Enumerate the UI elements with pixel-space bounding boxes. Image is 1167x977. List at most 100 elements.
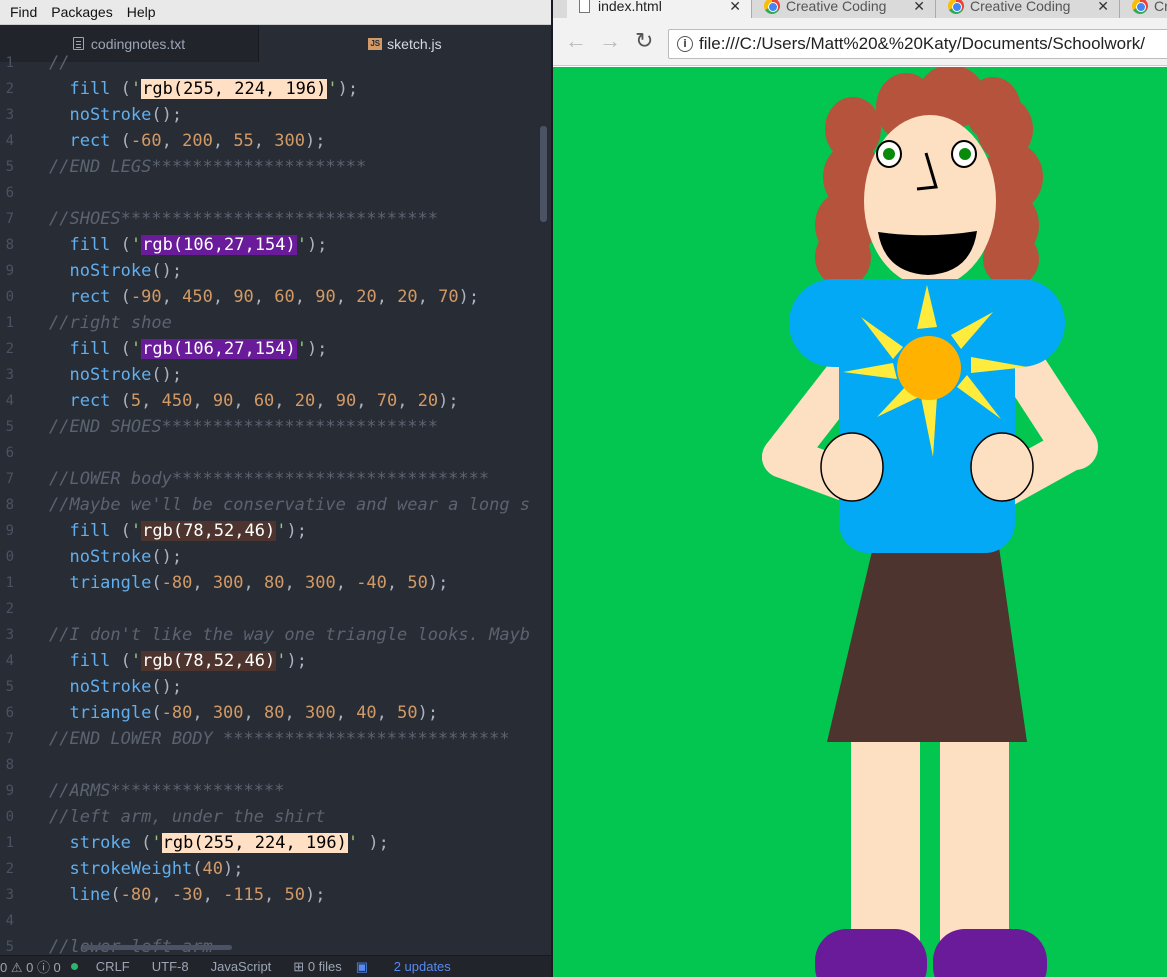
code-line[interactable]: 8	[0, 752, 540, 778]
updates-button[interactable]: ▣ 2 updates	[356, 959, 473, 975]
line-number: 3	[5, 627, 14, 643]
tab-title: index.html	[598, 0, 662, 14]
code-line[interactable]: 4 rect (5, 450, 90, 60, 20, 90, 70, 20);	[0, 388, 540, 414]
close-tab-icon[interactable]: ✕	[729, 0, 741, 15]
reload-icon[interactable]: ↻	[635, 28, 653, 54]
code-line[interactable]: 7 //END LOWER BODY **********************…	[0, 726, 540, 752]
code-line[interactable]: 2	[0, 596, 540, 622]
close-tab-icon[interactable]: ✕	[913, 0, 925, 15]
line-number: 1	[5, 55, 14, 71]
code-token: (	[120, 131, 131, 151]
menu-packages[interactable]: Packages	[51, 4, 112, 20]
forward-arrow-icon[interactable]: →	[599, 28, 621, 54]
code-line[interactable]: 4	[0, 908, 540, 934]
left-shoe	[815, 929, 927, 977]
code-line[interactable]: 4 rect (-60, 200, 55, 300);	[0, 128, 540, 154]
problems-count[interactable]: 0 ⚠ 0 ⓘ 0	[0, 957, 61, 976]
code-token: ,	[376, 287, 398, 307]
code-token: '	[327, 79, 338, 99]
code-line[interactable]: 2 fill ('rgb(106,27,154)');	[0, 336, 540, 362]
code-line[interactable]: 3 noStroke();	[0, 362, 540, 388]
code-line[interactable]: 5 //END SHOES***************************	[0, 414, 540, 440]
code-line[interactable]: 9 fill ('rgb(78,52,46)');	[0, 518, 540, 544]
line-number: 1	[5, 315, 14, 331]
line-number: 6	[5, 445, 14, 461]
code-token: ,	[161, 287, 183, 307]
code-token: 200	[182, 131, 213, 151]
code-line[interactable]: 1 //right shoe	[0, 310, 540, 336]
code-token: '	[296, 235, 307, 255]
code-line[interactable]: 1 //	[0, 50, 540, 76]
encoding[interactable]: UTF-8	[152, 959, 189, 974]
back-arrow-icon[interactable]: ←	[565, 28, 587, 54]
code-line[interactable]: 5//lower left arm	[0, 934, 540, 955]
code-line[interactable]: 0 noStroke();	[0, 544, 540, 570]
code-line[interactable]: 5 //END LEGS*********************	[0, 154, 540, 180]
code-text: noStroke();	[14, 102, 182, 128]
code-line[interactable]: 2 strokeWeight(40);	[0, 856, 540, 882]
js-file-icon: JS	[368, 37, 383, 50]
browser-window: index.html ✕ Creative Coding ✕ Creative …	[553, 0, 1167, 977]
code-token: ();	[151, 105, 183, 125]
code-token: 300	[274, 131, 305, 151]
code-token: ,	[335, 573, 357, 593]
skirt	[827, 547, 1027, 742]
status-bar: 0 ⚠ 0 ⓘ 0 CRLF UTF-8 JavaScript ⊞ 0 file…	[0, 955, 551, 977]
code-text: rect (-60, 200, 55, 300);	[14, 128, 325, 154]
code-token: 50	[407, 573, 428, 593]
grammar[interactable]: JavaScript	[211, 959, 272, 974]
code-line[interactable]: 6	[0, 180, 540, 206]
package-icon: ▣	[355, 958, 372, 974]
code-line[interactable]: 6	[0, 440, 540, 466]
code-token: -80	[161, 703, 193, 723]
browser-tab-cr[interactable]: Cr	[1119, 0, 1167, 18]
line-ending[interactable]: CRLF	[96, 959, 130, 974]
code-line[interactable]: 9 //ARMS*****************	[0, 778, 540, 804]
code-token: 40	[356, 703, 377, 723]
code-line[interactable]: 9 noStroke();	[0, 258, 540, 284]
line-number: 5	[5, 679, 14, 695]
code-line[interactable]: 8 fill ('rgb(106,27,154)');	[0, 232, 540, 258]
browser-tab-index[interactable]: index.html ✕	[567, 0, 751, 18]
close-tab-icon[interactable]: ✕	[1097, 0, 1109, 15]
code-token: -30	[171, 885, 203, 905]
code-line[interactable]: 3 noStroke();	[0, 102, 540, 128]
menu-help[interactable]: Help	[127, 4, 156, 20]
line-number: 1	[5, 835, 14, 851]
code-token: ();	[151, 677, 183, 697]
code-line[interactable]: 3 //I don't like the way one triangle loo…	[0, 622, 540, 648]
code-token: 50	[284, 885, 305, 905]
code-token: '	[130, 235, 142, 255]
code-token: fill	[49, 651, 121, 671]
code-token: 55	[233, 131, 254, 151]
chrome-icon	[948, 0, 964, 14]
git-files[interactable]: ⊞ 0 files	[293, 959, 341, 975]
vertical-scrollbar[interactable]	[540, 126, 547, 222]
menu-find[interactable]: Find	[10, 4, 37, 20]
browser-tab-creative-2[interactable]: Creative Coding ✕	[935, 0, 1119, 18]
code-line[interactable]: 3 line(-80, -30, -115, 50);	[0, 882, 540, 908]
code-line[interactable]: 0 rect (-90, 450, 90, 60, 90, 20, 20, 70…	[0, 284, 540, 310]
line-number: 7	[5, 211, 14, 227]
address-bar[interactable]: i file:///C:/Users/Matt%20&%20Katy/Docum…	[668, 29, 1167, 59]
code-line[interactable]: 2 fill ('rgb(255, 224, 196)');	[0, 76, 540, 102]
code-line[interactable]: 7 //LOWER body***************************…	[0, 466, 540, 492]
code-area[interactable]: 1//2 fill ('rgb(255, 224, 196)'); 3 noStr…	[0, 50, 540, 955]
code-line[interactable]: 7 //SHOES*******************************	[0, 206, 540, 232]
code-line[interactable]: 1 triangle(-80, 300, 80, 300, -40, 50);	[0, 570, 540, 596]
code-text: //LOWER body****************************…	[14, 466, 489, 492]
browser-tabstrip: index.html ✕ Creative Coding ✕ Creative …	[553, 0, 1167, 18]
code-line[interactable]: 4 fill ('rgb(78,52,46)');	[0, 648, 540, 674]
code-line[interactable]: 1 stroke ('rgb(255, 224, 196)' );	[0, 830, 540, 856]
code-token: );	[305, 885, 326, 905]
code-line[interactable]: 5 noStroke();	[0, 674, 540, 700]
code-line[interactable]: 6 triangle(-80, 300, 80, 300, 40, 50);	[0, 700, 540, 726]
code-line[interactable]: 8 //Maybe we'll be conservative and wear …	[0, 492, 540, 518]
code-token: -115	[223, 885, 265, 905]
horizontal-scrollbar[interactable]	[82, 945, 232, 950]
code-token: 70	[438, 287, 459, 307]
code-line[interactable]: 0 //left arm, under the shirt	[0, 804, 540, 830]
info-icon[interactable]: i	[677, 36, 693, 52]
browser-tab-creative-1[interactable]: Creative Coding ✕	[751, 0, 935, 18]
p5-canvas[interactable]	[553, 65, 1167, 977]
